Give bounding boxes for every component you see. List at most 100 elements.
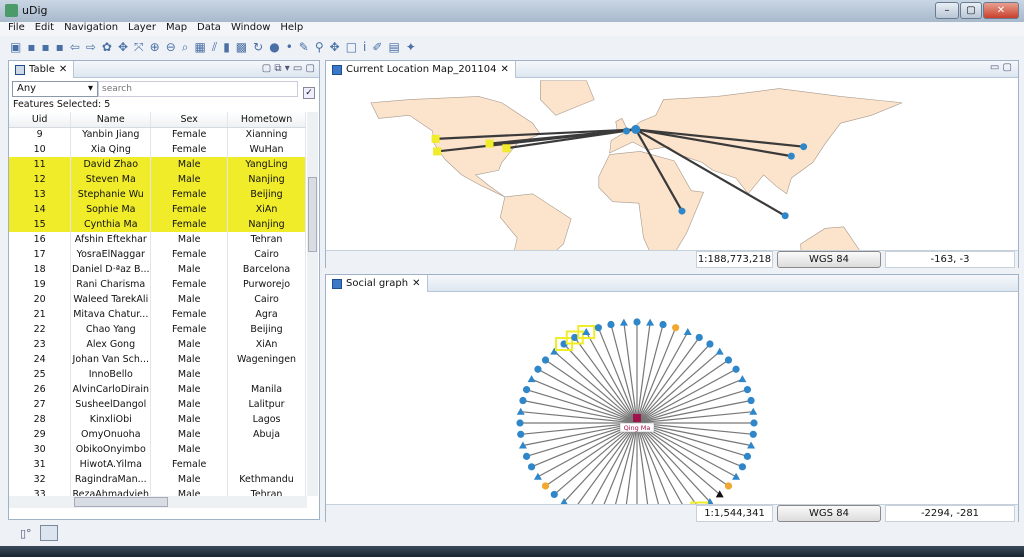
map-status-bar: 1:188,773,218 WGS 84 -163, -3 [326,250,1018,268]
table-row[interactable]: 12 Steven Ma Male Nanjing [9,172,306,187]
table-row[interactable]: 31 HiwotA.Yilma Female [9,457,306,472]
graph-node [619,318,628,326]
table-row[interactable]: 16 Afshin Eftekhar Male Tehran [9,232,306,247]
name-cell: RagindraMan... [70,472,152,487]
menu-edit[interactable]: Edit [35,22,54,36]
select-box-icon[interactable]: □ [346,40,357,54]
table-row[interactable]: 29 OmyOnuoha Male Abuja [9,427,306,442]
table-row[interactable]: 15 Cynthia Ma Female Nanjing [9,217,306,232]
pan-icon[interactable]: ✥ [118,40,128,54]
close-tab-icon[interactable]: ✕ [501,64,509,75]
scrollbar-thumb[interactable] [308,177,317,252]
refresh-icon[interactable]: ✿ [102,40,112,54]
world-map[interactable] [326,78,1018,250]
crs-button[interactable]: WGS 84 [777,505,881,522]
column-header-hometown[interactable]: Hometown [227,112,306,128]
layer-icon[interactable]: ▦ [194,40,205,54]
menu-map[interactable]: Map [166,22,187,36]
chart-line-icon[interactable]: ⫽ [212,40,217,55]
close-tab-icon[interactable]: ✕ [59,64,67,75]
table-row[interactable]: 27 SusheelDangol Male Lalitpur [9,397,306,412]
table-row[interactable]: 23 Alex Gong Male XiAn [9,337,306,352]
globe-icon[interactable]: ● [269,40,279,54]
tab-social-graph[interactable]: Social graph ✕ [326,275,428,292]
close-button[interactable]: ✕ [983,2,1019,19]
vertical-scrollbar[interactable] [307,112,318,496]
map-coords: -163, -3 [885,251,1015,268]
record-icon[interactable]: • [286,40,293,54]
name-cell: Daniel D·ªaz B... [70,262,152,277]
table-row[interactable]: 18 Daniel D·ªaz B... Male Barcelona [9,262,306,277]
move-tool-icon[interactable]: ✥ [330,40,340,54]
tab-table[interactable]: Table ✕ [9,61,75,78]
table-view-icon[interactable] [40,525,58,541]
menu-data[interactable]: Data [197,22,221,36]
draw-icon[interactable]: ✐ [372,40,382,54]
table-row[interactable]: 30 ObikoOnyimbo Male [9,442,306,457]
save-all-icon[interactable]: ▪ [41,40,49,54]
horizontal-scrollbar[interactable] [9,496,307,508]
sex-cell: Male [150,442,229,457]
filter-icon[interactable]: ✦ [406,40,416,54]
table-row[interactable]: 22 Chao Yang Female Beijing [9,322,306,337]
save-icon[interactable]: ▪ [27,40,35,54]
menu-file[interactable]: File [8,22,25,36]
import-icon[interactable]: ▩ [236,40,247,54]
location-marker [787,152,795,160]
table-row[interactable]: 26 AlvinCarloDirain Male Manila [9,382,306,397]
hometown-cell: Lalitpur [227,397,306,412]
maximize-button[interactable]: ▢ [960,2,982,19]
table-row[interactable]: 19 Rani Charisma Female Purworejo [9,277,306,292]
search-input[interactable] [98,81,298,97]
column-header-name[interactable]: Name [70,112,152,128]
menu-layer[interactable]: Layer [128,22,156,36]
column-header-uid[interactable]: Uid [9,112,72,128]
table-row[interactable]: 25 InnoBello Male [9,367,306,382]
back-icon[interactable]: ⇦ [70,40,80,54]
graph-scale[interactable]: 1:1,544,341 [696,505,773,522]
menu-window[interactable]: Window [231,22,270,36]
fast-view-icon[interactable]: ▯° [20,527,32,540]
scrollbar-thumb[interactable] [74,497,168,507]
table-row[interactable]: 13 Stephanie Wu Female Beijing [9,187,306,202]
table-row[interactable]: 11 David Zhao Male YangLing [9,157,306,172]
tab-map[interactable]: Current Location Map_201104 ✕ [326,61,516,78]
window-controls-icon[interactable]: ▭ ▢ [990,62,1012,73]
menu-navigation[interactable]: Navigation [64,22,118,36]
table-row[interactable]: 20 Waleed TarekAli Male Cairo [9,292,306,307]
table-row[interactable]: 9 Yanbin Jiang Female Xianning [9,127,306,142]
social-graph[interactable]: Qing Ma [326,292,1018,504]
column-header-sex[interactable]: Sex [150,112,229,128]
minimize-button[interactable]: – [935,2,959,19]
table-row[interactable]: 21 Mitava Chatur... Female Agra [9,307,306,322]
chart-bar-icon[interactable]: ▮ [223,40,230,54]
properties-icon[interactable]: ▪ [56,40,64,54]
forward-icon[interactable]: ⇨ [86,40,96,54]
land-greenland [540,80,595,116]
table-row[interactable]: 10 Xia Qing Female WuHan [9,142,306,157]
graph-node [743,452,752,460]
new-icon[interactable]: ▣ [10,40,21,54]
table-row[interactable]: 28 KinxliObi Male Lagos [9,412,306,427]
crs-button[interactable]: WGS 84 [777,251,881,268]
info-icon[interactable]: i [363,40,366,54]
zoom-out-icon[interactable]: ⊖ [166,40,176,54]
graph-node [533,472,542,480]
close-tab-icon[interactable]: ✕ [412,278,420,289]
layer-tool-icon[interactable]: ▤ [388,40,399,54]
zoom-in-icon[interactable]: ⊕ [150,40,160,54]
map-scale[interactable]: 1:188,773,218 [696,251,773,268]
table-row[interactable]: 14 Sophie Ma Female XiAn [9,202,306,217]
search-tool-icon[interactable]: ⚲ [315,40,324,54]
table-row[interactable]: 32 RagindraMan... Male Kethmandu [9,472,306,487]
table-row[interactable]: 17 YosraElNaggar Female Cairo [9,247,306,262]
edit-icon[interactable]: ✎ [299,40,309,54]
checkbox-icon[interactable]: ✓ [303,87,315,99]
view-menu-icons[interactable]: ▢ ⧉ ▾ ▭ ▢ [262,63,315,74]
zoom-extent-icon[interactable]: ⤧ [134,40,144,55]
table-row[interactable]: 24 Johan Van Sch... Male Wageningen [9,352,306,367]
reload-icon[interactable]: ↻ [253,40,263,54]
zoom-selection-icon[interactable]: ⌕ [182,40,189,55]
menu-help[interactable]: Help [280,22,303,36]
filter-select[interactable]: Any ▾ [12,81,98,97]
